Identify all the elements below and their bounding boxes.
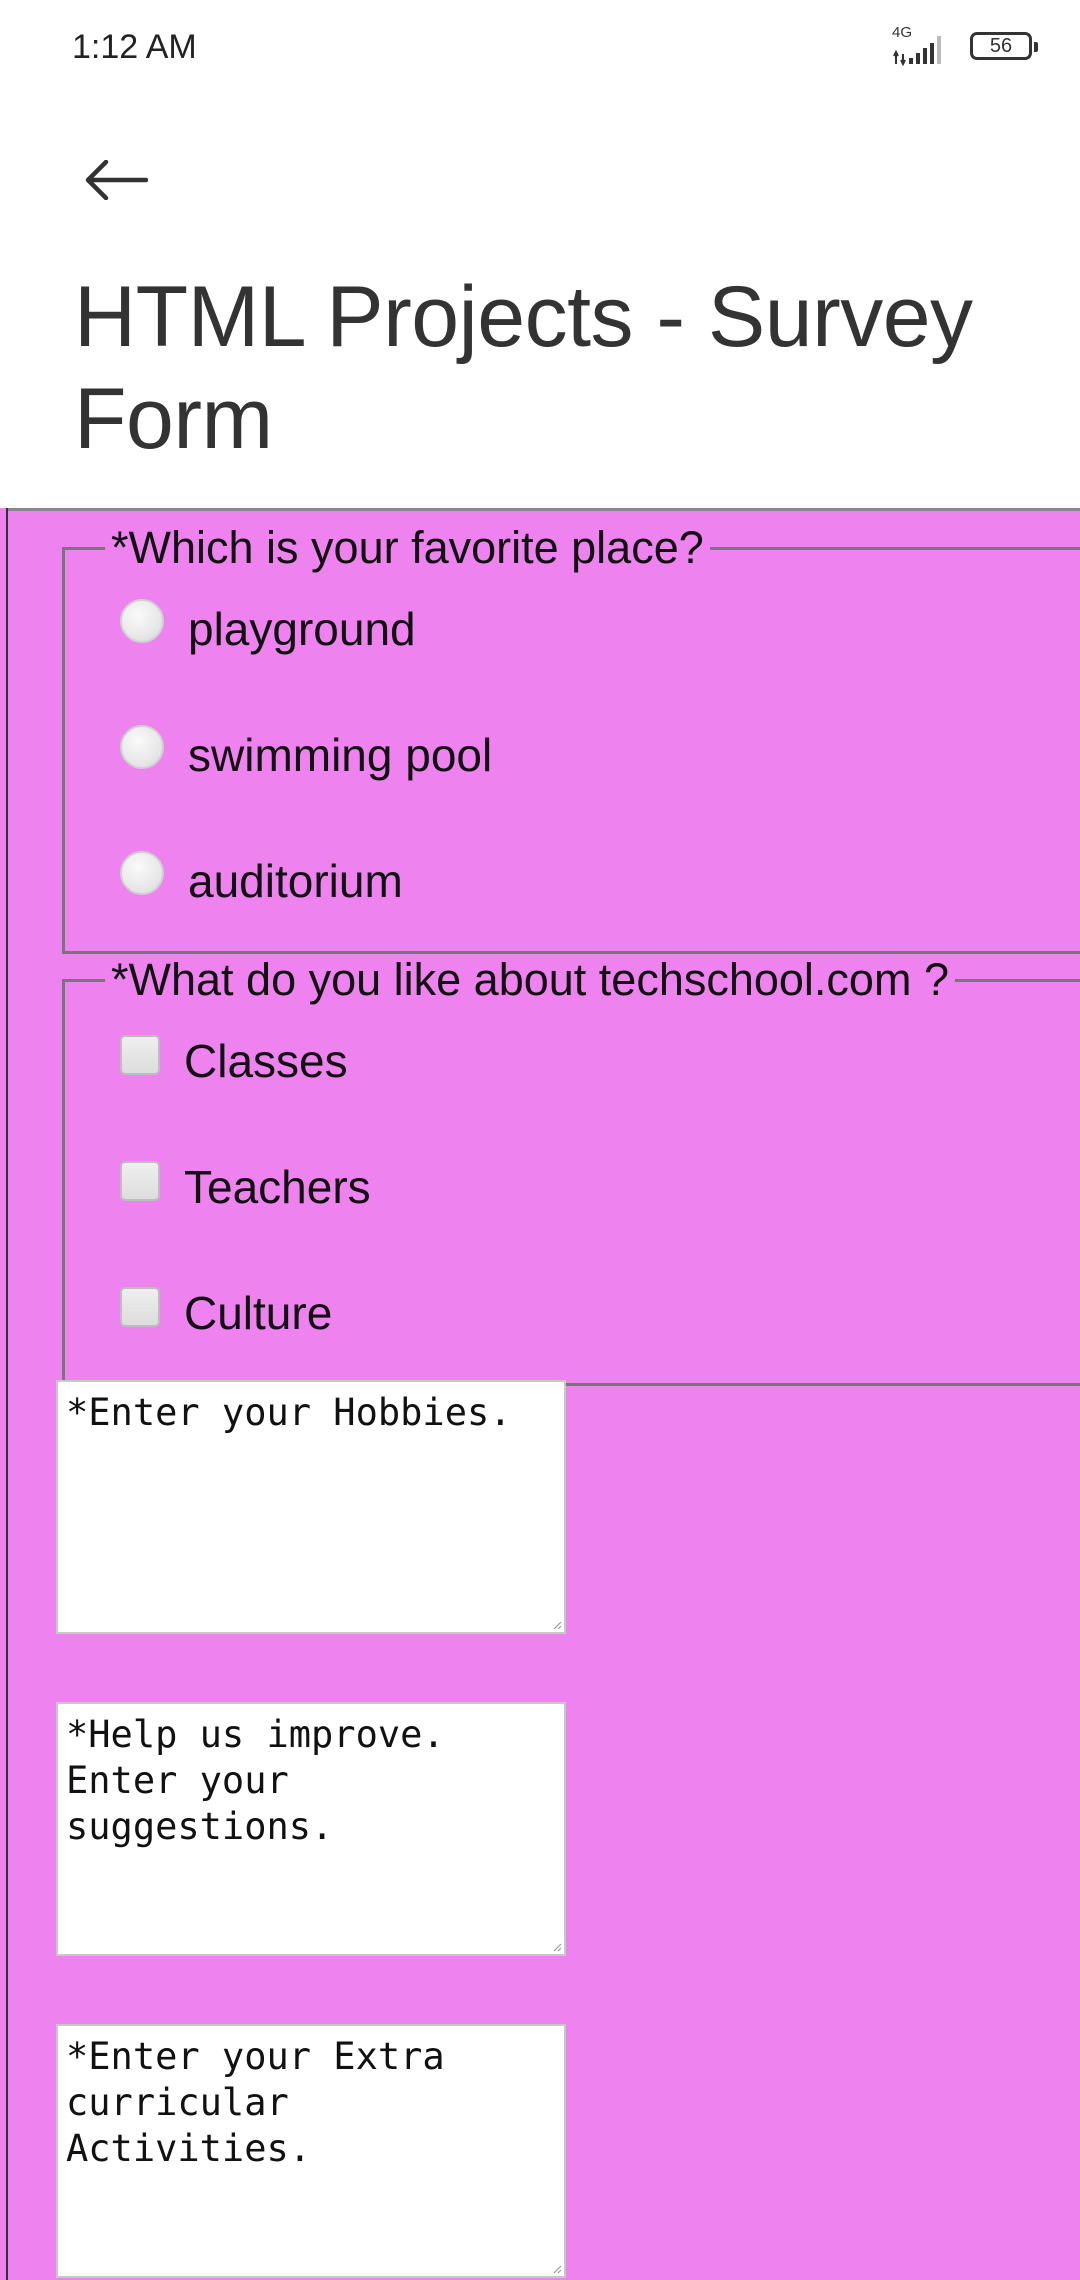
favorite-place-legend: *Which is your favorite place?	[111, 522, 704, 573]
checkbox-label: Classes	[184, 1035, 348, 1087]
likes-legend: *What do you like about techschool.com ?	[111, 954, 949, 1005]
radio-label: swimming pool	[188, 729, 493, 781]
radio-option-swimming-pool[interactable]: swimming pool	[120, 725, 493, 782]
radio-button[interactable]	[120, 851, 164, 895]
checkbox-option-culture[interactable]: Culture	[120, 1286, 332, 1340]
radio-button[interactable]	[120, 725, 164, 769]
resize-grip-icon[interactable]	[552, 1620, 562, 1630]
hobbies-textarea[interactable]	[56, 1380, 566, 1634]
back-button[interactable]	[70, 134, 162, 226]
checkbox-option-classes[interactable]: Classes	[120, 1034, 348, 1088]
checkbox[interactable]	[120, 1161, 160, 1201]
signal-icon: 4G	[892, 24, 952, 66]
extracurricular-textarea[interactable]	[56, 2024, 566, 2278]
checkbox-label: Culture	[184, 1287, 333, 1339]
battery-icon: 56	[970, 32, 1038, 60]
radio-button[interactable]	[120, 599, 164, 643]
radio-label: playground	[188, 603, 416, 655]
app-header: HTML Projects - Survey Form	[0, 96, 1080, 508]
arrow-left-icon	[85, 160, 148, 200]
status-bar: 1:12 AM 4G 56	[0, 0, 1080, 96]
resize-grip-icon[interactable]	[552, 2264, 562, 2274]
radio-option-auditorium[interactable]: auditorium	[120, 851, 403, 908]
checkbox[interactable]	[120, 1035, 160, 1075]
status-icons: 4G 56	[892, 24, 1038, 66]
page-left-border	[6, 508, 8, 2280]
survey-form-webview: *Which is your favorite place? playgroun…	[0, 508, 1080, 2280]
suggestions-textarea[interactable]	[56, 1702, 566, 1956]
checkbox-label: Teachers	[184, 1161, 371, 1213]
radio-option-playground[interactable]: playground	[120, 599, 416, 656]
checkbox[interactable]	[120, 1287, 160, 1327]
page-title: HTML Projects - Survey Form	[74, 269, 973, 467]
resize-grip-icon[interactable]	[552, 1942, 562, 1952]
radio-label: auditorium	[188, 855, 403, 907]
checkbox-option-teachers[interactable]: Teachers	[120, 1160, 371, 1214]
battery-level: 56	[989, 34, 1013, 57]
status-time: 1:12 AM	[72, 28, 197, 66]
section-divider	[8, 508, 1080, 511]
